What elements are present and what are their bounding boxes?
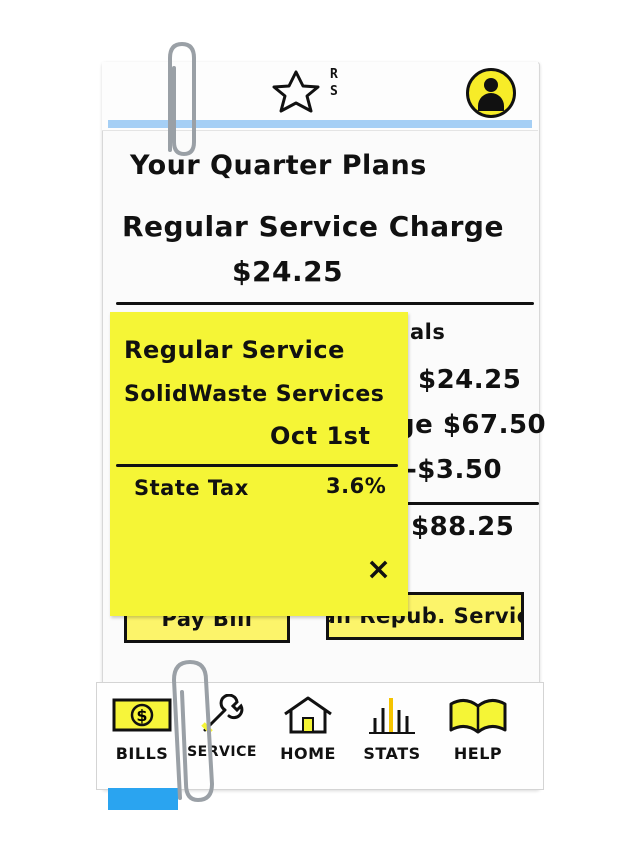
popup-tax-value: 3.6% xyxy=(326,474,387,498)
popup-line-regular-service: Regular Service xyxy=(124,336,345,364)
nav-help[interactable]: HELP xyxy=(438,694,518,786)
nav-stats-label: STATS xyxy=(363,744,421,763)
bill-total: $88.25 xyxy=(411,512,515,542)
nav-home[interactable]: HOME xyxy=(268,694,348,786)
popup-divider xyxy=(116,464,398,467)
bill-row-amount-1: $24.25 xyxy=(418,365,522,395)
user-avatar-icon[interactable] xyxy=(466,68,516,118)
popup-tax-label: State Tax xyxy=(134,476,249,500)
service-details-popup: Regular Service SolidWaste Services Oct … xyxy=(110,312,408,616)
bill-row-amount-3: -$3.50 xyxy=(406,455,503,485)
star-logo-icon[interactable] xyxy=(266,68,336,116)
nav-help-label: HELP xyxy=(453,744,503,763)
nav-home-label: HOME xyxy=(280,744,336,763)
bottom-paperclip-icon xyxy=(171,659,215,803)
section-divider xyxy=(116,302,534,305)
popup-line-solid-waste: SolidWaste Services xyxy=(124,382,385,407)
service-label: Regular Service Charge xyxy=(122,210,504,243)
logo-letters: R S xyxy=(330,67,338,99)
bar-chart-icon xyxy=(369,698,415,734)
book-icon xyxy=(449,699,507,734)
house-icon xyxy=(284,696,332,734)
service-amount: $24.25 xyxy=(232,255,344,288)
bill-row-amount-2: $67.50 xyxy=(442,410,547,440)
avatar-body xyxy=(478,93,504,111)
avatar-head xyxy=(484,78,498,92)
billing-details-header: als xyxy=(410,320,446,344)
total-divider xyxy=(395,502,539,505)
popup-close-icon[interactable]: × xyxy=(366,552,392,587)
nav-stats[interactable]: STATS xyxy=(352,694,432,786)
popup-line-date: Oct 1st xyxy=(270,422,371,450)
svg-text:$: $ xyxy=(136,706,147,725)
bill-row-2: ge $67.50 xyxy=(396,410,546,440)
top-paperclip-icon xyxy=(168,41,196,157)
